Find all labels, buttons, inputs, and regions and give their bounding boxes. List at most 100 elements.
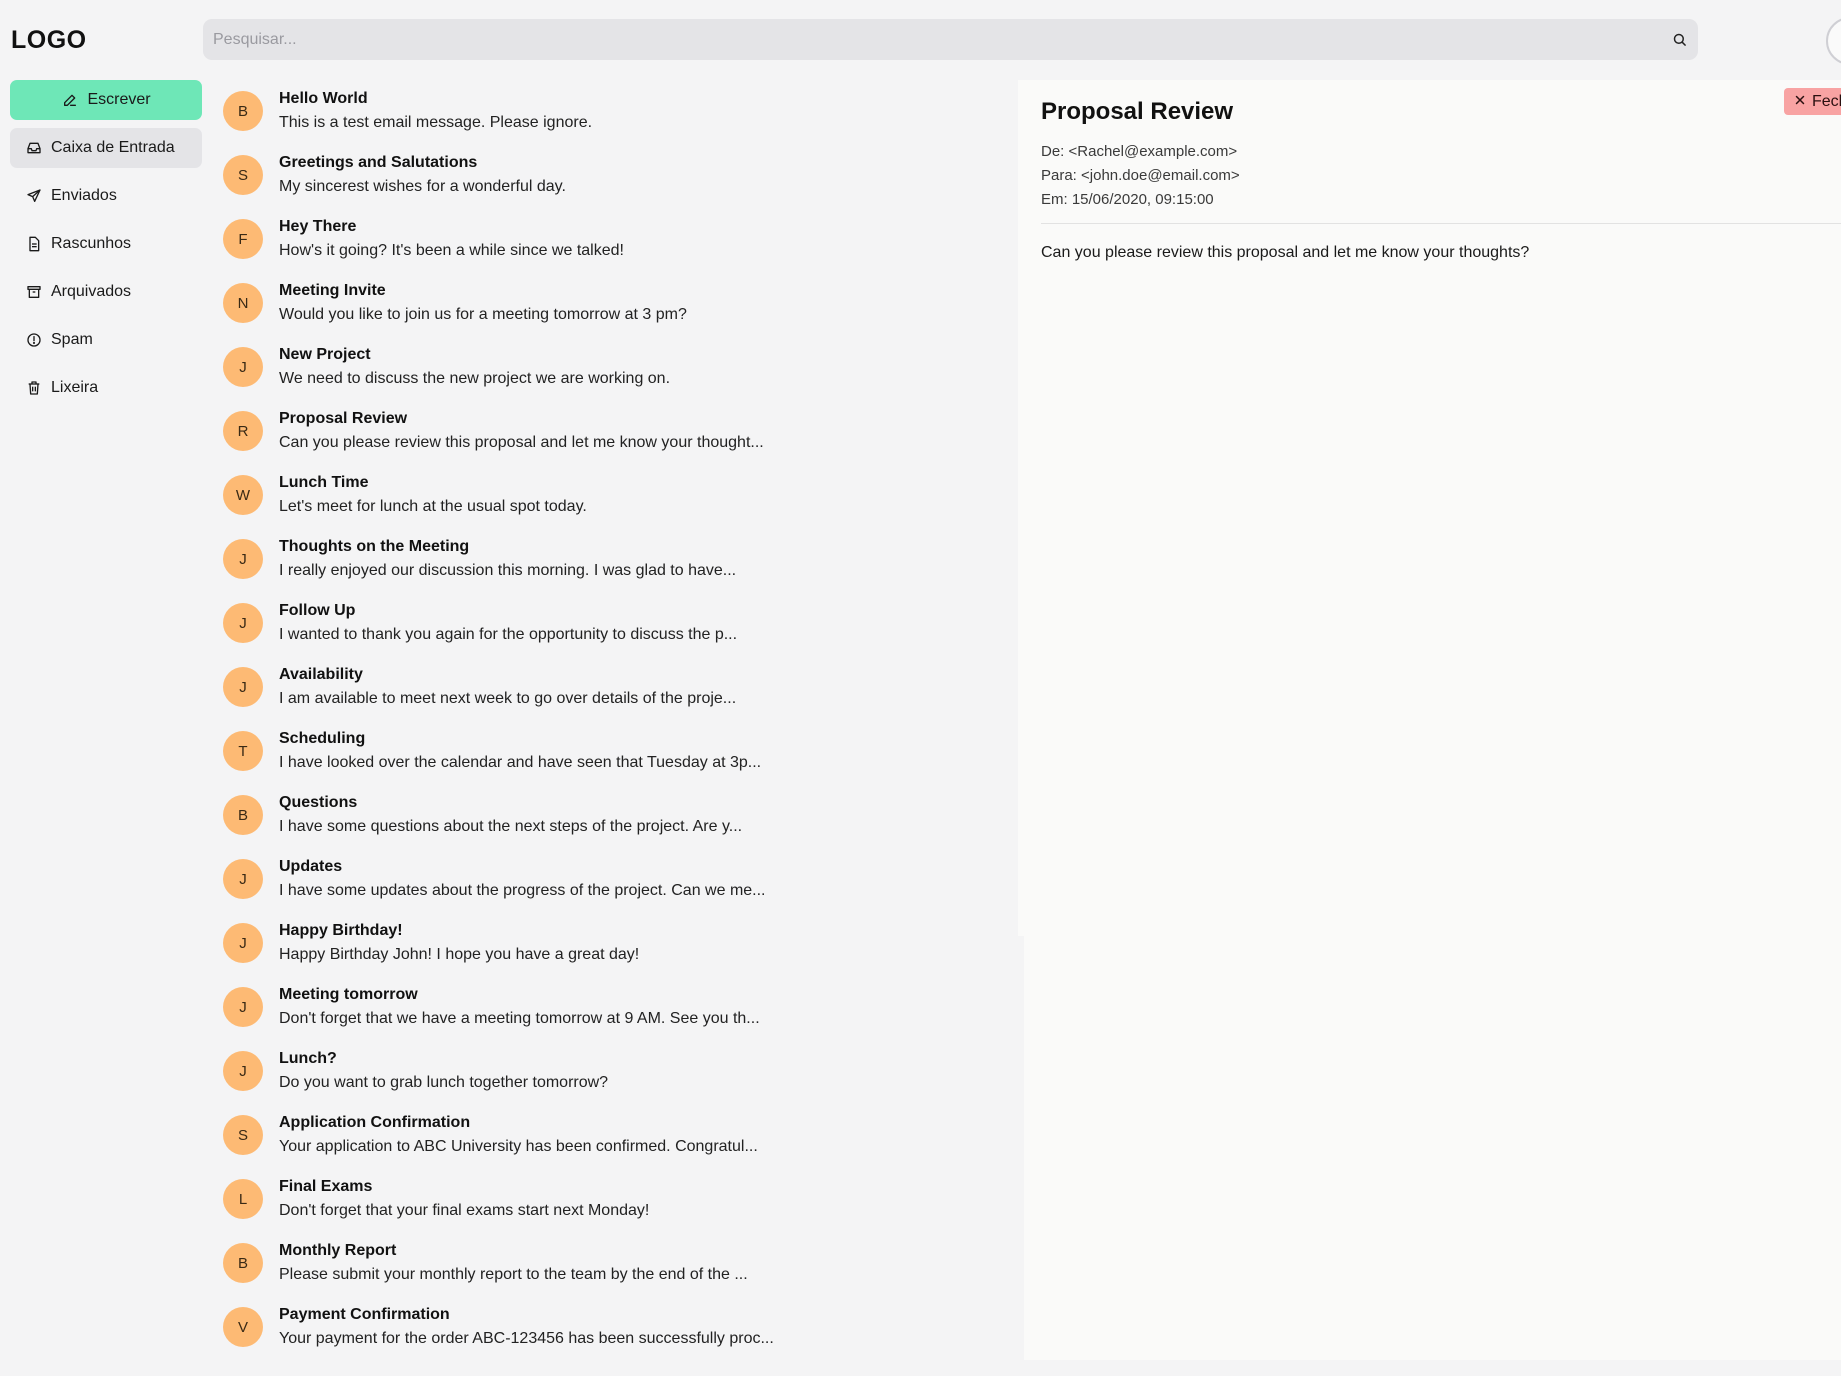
trash-icon [25, 380, 42, 397]
email-subject: Updates [279, 858, 343, 875]
sender-avatar: L [223, 1179, 263, 1219]
email-detail-to: Para: <john.doe@email.com> [1041, 167, 1240, 184]
email-snippet: I have some questions about the next ste… [279, 818, 743, 835]
search-icon[interactable] [1660, 19, 1698, 60]
divider [1041, 223, 1841, 224]
email-item[interactable]: J Thoughts on the Meeting I really enjoy… [223, 527, 1013, 591]
sender-avatar: N [223, 283, 263, 323]
send-icon [25, 188, 42, 205]
search-input[interactable] [203, 19, 1660, 60]
sidebar-item-drafts[interactable]: Rascunhos [10, 224, 202, 264]
email-subject: Hello World [279, 90, 368, 107]
email-item[interactable]: B Monthly Report Please submit your mont… [223, 1231, 1013, 1295]
email-detail-meta: De: <Rachel@example.com> Para: <john.doe… [1041, 140, 1240, 212]
sender-avatar: J [223, 667, 263, 707]
sender-avatar: J [223, 539, 263, 579]
email-item[interactable]: J Updates I have some updates about the … [223, 847, 1013, 911]
close-label: Fech [1812, 92, 1841, 110]
email-subject: Lunch? [279, 1050, 337, 1067]
email-item[interactable]: S Greetings and Salutations My sincerest… [223, 143, 1013, 207]
email-detail-title: Proposal Review [1041, 98, 1234, 125]
compose-button[interactable]: Escrever [10, 80, 202, 120]
sender-avatar: R [223, 411, 263, 451]
email-snippet: Your application to ABC University has b… [279, 1138, 758, 1155]
sidebar-item-trash[interactable]: Lixeira [10, 368, 202, 408]
email-subject: Proposal Review [279, 410, 408, 427]
archive-icon [25, 284, 42, 301]
email-snippet: Would you like to join us for a meeting … [279, 306, 687, 323]
email-item[interactable]: T Scheduling I have looked over the cale… [223, 719, 1013, 783]
email-subject: New Project [279, 346, 371, 363]
sender-avatar: W [223, 475, 263, 515]
sender-avatar: B [223, 1243, 263, 1283]
email-snippet: This is a test email message. Please ign… [279, 114, 593, 131]
email-subject: Monthly Report [279, 1242, 397, 1259]
email-item[interactable]: V Payment Confirmation Your payment for … [223, 1295, 1013, 1359]
email-snippet: I really enjoyed our discussion this mor… [279, 562, 737, 579]
email-item[interactable]: J Meeting tomorrow Don't forget that we … [223, 975, 1013, 1039]
email-item[interactable]: J Lunch? Do you want to grab lunch toget… [223, 1039, 1013, 1103]
email-snippet: How's it going? It's been a while since … [279, 242, 624, 259]
email-item[interactable]: L Final Exams Don't forget that your fin… [223, 1167, 1013, 1231]
email-subject: Thoughts on the Meeting [279, 538, 470, 555]
sender-avatar: J [223, 1051, 263, 1091]
email-detail-from: De: <Rachel@example.com> [1041, 143, 1238, 160]
email-subject: Follow Up [279, 602, 356, 619]
email-list: B Hello World This is a test email messa… [223, 79, 1013, 1359]
sidebar-item-label: Lixeira [51, 379, 99, 396]
email-subject: Lunch Time [279, 474, 369, 491]
sender-avatar: V [223, 1307, 263, 1347]
email-item[interactable]: S Application Confirmation Your applicat… [223, 1103, 1013, 1167]
list-edge [1018, 936, 1024, 1360]
sender-avatar: F [223, 219, 263, 259]
email-item[interactable]: N Meeting Invite Would you like to join … [223, 271, 1013, 335]
email-subject: Meeting Invite [279, 282, 386, 299]
email-subject: Application Confirmation [279, 1114, 471, 1131]
email-snippet: I am available to meet next week to go o… [279, 690, 737, 707]
sidebar-item-label: Arquivados [51, 283, 132, 300]
app-logo: LOGO [11, 26, 87, 54]
email-item[interactable]: R Proposal Review Can you please review … [223, 399, 1013, 463]
email-snippet: Don't forget that we have a meeting tomo… [279, 1010, 760, 1027]
sidebar-item-archived[interactable]: Arquivados [10, 272, 202, 312]
sender-avatar: J [223, 987, 263, 1027]
email-subject: Hey There [279, 218, 357, 235]
sender-avatar: B [223, 795, 263, 835]
email-item[interactable]: J Happy Birthday! Happy Birthday John! I… [223, 911, 1013, 975]
sender-avatar: T [223, 731, 263, 771]
sidebar-item-sent[interactable]: Enviados [10, 176, 202, 216]
sender-avatar: J [223, 347, 263, 387]
email-subject: Greetings and Salutations [279, 154, 478, 171]
sidebar-item-spam[interactable]: Spam [10, 320, 202, 360]
sender-avatar: J [223, 859, 263, 899]
sender-avatar: J [223, 603, 263, 643]
email-item[interactable]: J Follow Up I wanted to thank you again … [223, 591, 1013, 655]
email-snippet: Your payment for the order ABC-123456 ha… [279, 1330, 774, 1347]
sidebar-item-label: Spam [51, 331, 93, 348]
draft-icon [25, 236, 42, 253]
compose-label: Escrever [87, 91, 151, 108]
email-subject: Final Exams [279, 1178, 373, 1195]
email-subject: Questions [279, 794, 358, 811]
close-button[interactable]: Fech [1784, 88, 1841, 115]
email-item[interactable]: F Hey There How's it going? It's been a … [223, 207, 1013, 271]
email-subject: Payment Confirmation [279, 1306, 450, 1323]
email-item[interactable]: B Questions I have some questions about … [223, 783, 1013, 847]
email-detail-body: Can you please review this proposal and … [1041, 244, 1530, 261]
sender-avatar: B [223, 91, 263, 131]
search-bar [203, 19, 1698, 60]
email-item[interactable]: J New Project We need to discuss the new… [223, 335, 1013, 399]
sender-avatar: S [223, 155, 263, 195]
email-snippet: Let's meet for lunch at the usual spot t… [279, 498, 587, 515]
email-snippet: Do you want to grab lunch together tomor… [279, 1074, 609, 1091]
user-avatar[interactable] [1826, 17, 1841, 65]
pencil-icon [61, 92, 78, 109]
sidebar: Escrever Caixa de Entrada Enviados Rascu… [10, 80, 202, 416]
email-item[interactable]: B Hello World This is a test email messa… [223, 79, 1013, 143]
sidebar-item-inbox[interactable]: Caixa de Entrada [10, 128, 202, 168]
email-snippet: I have looked over the calendar and have… [279, 754, 762, 771]
email-snippet: My sincerest wishes for a wonderful day. [279, 178, 566, 195]
email-item[interactable]: W Lunch Time Let's meet for lunch at the… [223, 463, 1013, 527]
email-subject: Availability [279, 666, 363, 683]
email-item[interactable]: J Availability I am available to meet ne… [223, 655, 1013, 719]
